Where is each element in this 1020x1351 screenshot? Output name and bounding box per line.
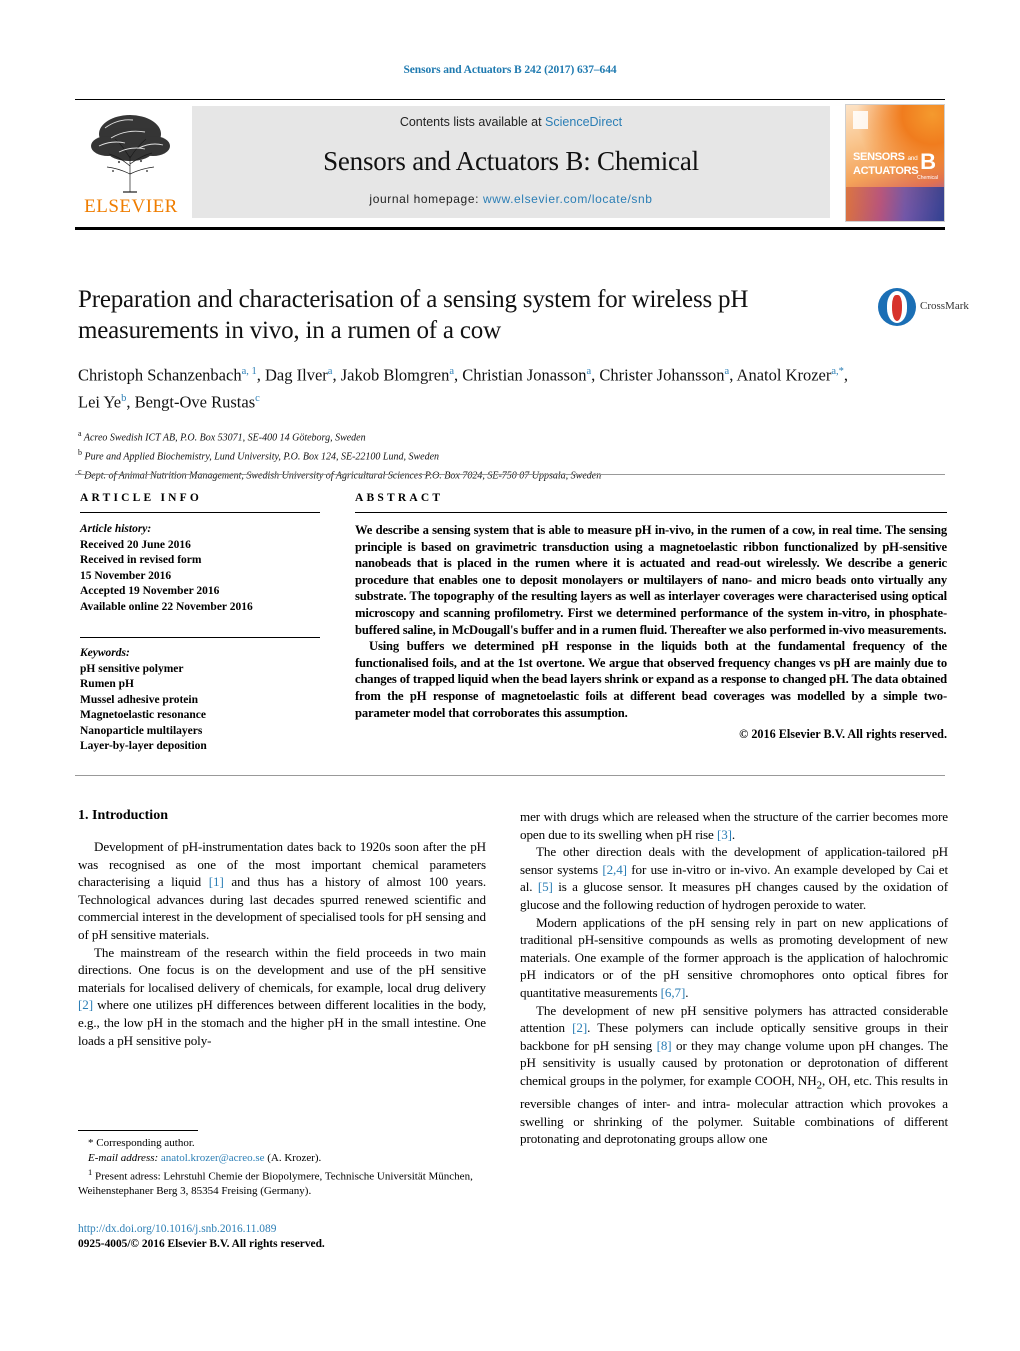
sciencedirect-link[interactable]: ScienceDirect [545, 115, 622, 129]
cover-and: and [907, 155, 918, 162]
cover-journal-name: SENSORS and ACTUATORS [853, 151, 919, 177]
crossmark-label: CrossMark [920, 300, 969, 312]
cover-line-1: SENSORS [853, 151, 905, 163]
crossmark-icon [878, 288, 916, 326]
abstract-paragraph-2: Using buffers we determined pH response … [355, 639, 947, 720]
citation-link[interactable]: [8] [657, 1038, 672, 1053]
body-paragraph: mer with drugs which are released when t… [520, 809, 948, 842]
journal-article-page: Sensors and Actuators B 242 (2017) 637–6… [0, 0, 1020, 1351]
right-column-paragraphs: mer with drugs which are released when t… [520, 808, 948, 1148]
affiliation-marker: b [78, 447, 82, 457]
keyword-item[interactable]: Magnetoelastic resonance [80, 708, 320, 724]
body-paragraph: Development of pH-instrumentation dates … [78, 839, 487, 942]
present-address-text: Present adress: Lehrstuhl Chemie der Bio… [78, 1170, 473, 1198]
citation-link[interactable]: [2] [78, 997, 93, 1012]
article-info-rule [80, 512, 320, 513]
elsevier-tree-icon [91, 115, 170, 193]
keywords-label: Keywords: [80, 647, 130, 659]
cover-volume-sub: Chemical [917, 175, 938, 181]
affiliation-item: b Pure and Applied Biochemistry, Lund Un… [78, 447, 440, 463]
email-owner: (A. Krozer). [267, 1151, 322, 1164]
elsevier-wordmark: ELSEVIER [84, 196, 178, 217]
cover-elsevier-mark-icon [853, 111, 868, 129]
body-paragraph: Modern applications of the pH sensing re… [520, 914, 948, 1000]
affiliation-list: a Acreo Swedish ICT AB, P.O. Box 53071, … [78, 427, 868, 483]
abstract-column: ABSTRACT We describe a sensing system th… [355, 492, 947, 742]
section-heading-introduction: 1. Introduction [78, 808, 168, 823]
journal-homepage-link[interactable]: www.elsevier.com/locate/snb [483, 192, 653, 206]
page-title: Preparation and characterisation of a se… [78, 286, 749, 344]
journal-cover-thumbnail: SENSORS and ACTUATORS B Chemical [845, 104, 945, 222]
article-history-item: Received in revised form [80, 554, 202, 566]
abstract-heading: ABSTRACT [355, 492, 444, 504]
cover-line-2: ACTUATORS [853, 165, 919, 177]
journal-homepage-line: journal homepage: www.elsevier.com/locat… [192, 192, 830, 206]
keyword-item[interactable]: Rumen pH [80, 677, 320, 693]
citation-link[interactable]: [5] [538, 879, 553, 894]
abstract-copyright: © 2016 Elsevier B.V. All rights reserved… [739, 727, 947, 742]
journal-title: Sensors and Actuators B: Chemical [323, 146, 699, 176]
issn-copyright-line: 0925-4005/© 2016 Elsevier B.V. All right… [78, 1238, 325, 1250]
title-block: Preparation and characterisation of a se… [78, 284, 868, 483]
running-head: Sensors and Actuators B 242 (2017) 637–6… [403, 64, 617, 76]
contents-available-line: Contents lists available at ScienceDirec… [192, 115, 830, 129]
corresponding-author-note: * Corresponding author. [88, 1137, 195, 1149]
masthead-bottom-rule [75, 227, 945, 230]
journal-masthead: ELSEVIER Contents lists available at Sci… [75, 104, 945, 222]
email-label: E-mail address: [88, 1151, 159, 1164]
article-history-item: Received 20 June 2016 [80, 538, 191, 551]
article-history-list: Received 20 June 2016 Received in revised… [80, 538, 320, 616]
abstract-paragraph-1: We describe a sensing system that is abl… [355, 523, 947, 637]
keywords-rule [80, 637, 320, 638]
left-column-paragraphs: Development of pH-instrumentation dates … [78, 838, 486, 1049]
citation-link[interactable]: [6,7] [661, 985, 686, 1000]
info-top-rule [75, 474, 945, 475]
present-address-note: 1 Present adress: Lehrstuhl Chemie der B… [78, 1165, 488, 1199]
author-list: Christoph Schanzenbacha, 1, Dag Ilvera, … [78, 365, 849, 412]
body-column-left: 1. Introduction Development of pH-instru… [78, 808, 486, 1049]
imprint-block: http://dx.doi.org/10.1016/j.snb.2016.11.… [78, 1222, 498, 1252]
citation-link[interactable]: [2,4] [602, 862, 627, 877]
keywords-list: pH sensitive polymer Rumen pH Mussel adhes… [80, 662, 320, 755]
contents-prefix: Contents lists available at [399, 115, 546, 129]
cover-volume-letter: B [920, 149, 936, 174]
footnote-rule [78, 1130, 198, 1131]
masthead-top-rule [75, 99, 945, 100]
body-column-right: mer with drugs which are released when t… [520, 808, 948, 1148]
citation-link[interactable]: [2] [572, 1020, 587, 1035]
body-paragraph: The other direction deals with the devel… [520, 844, 948, 912]
citation-link[interactable]: [1] [209, 874, 224, 889]
keyword-item[interactable]: Layer-by-layer deposition [80, 739, 320, 755]
body-paragraph: The mainstream of the research within th… [78, 944, 486, 1048]
keyword-item[interactable]: pH sensitive polymer [80, 662, 320, 678]
article-history-item: Accepted 19 November 2016 [80, 585, 220, 597]
keyword-item[interactable]: Mussel adhesive protein [80, 693, 320, 709]
affiliation-marker: a [78, 429, 82, 438]
article-info-column: ARTICLE INFO Article history: Received 2… [80, 492, 320, 755]
article-history-item: Available online 22 November 2016 [80, 600, 253, 613]
keyword-item[interactable]: Nanoparticle multilayers [80, 724, 320, 740]
article-history-label: Article history: [80, 523, 152, 535]
email-note: E-mail address: anatol.krozer@acreo.se (… [78, 1151, 488, 1166]
abstract-bottom-rule [75, 775, 945, 776]
cover-bottom-gradient [846, 187, 944, 221]
doi-link[interactable]: http://dx.doi.org/10.1016/j.snb.2016.11.… [78, 1222, 498, 1237]
affiliation-item: a Acreo Swedish ICT AB, P.O. Box 53071, … [78, 429, 366, 444]
article-history-item: 15 November 2016 [80, 569, 172, 582]
email-link[interactable]: anatol.krozer@acreo.se [161, 1152, 265, 1164]
present-address-marker: 1 [88, 1167, 93, 1178]
body-paragraph: The development of new pH sensitive poly… [520, 1002, 948, 1147]
footnote-block: * Corresponding author. E-mail address: … [78, 1136, 488, 1199]
masthead-grey-band: Contents lists available at ScienceDirec… [192, 106, 830, 218]
elsevier-logo: ELSEVIER [75, 104, 187, 220]
homepage-prefix: journal homepage: [369, 192, 483, 206]
citation-link[interactable]: [3] [717, 827, 732, 842]
abstract-rule [355, 512, 947, 513]
article-info-heading: ARTICLE INFO [80, 492, 203, 504]
crossmark-badge-group[interactable]: CrossMark [878, 288, 969, 332]
